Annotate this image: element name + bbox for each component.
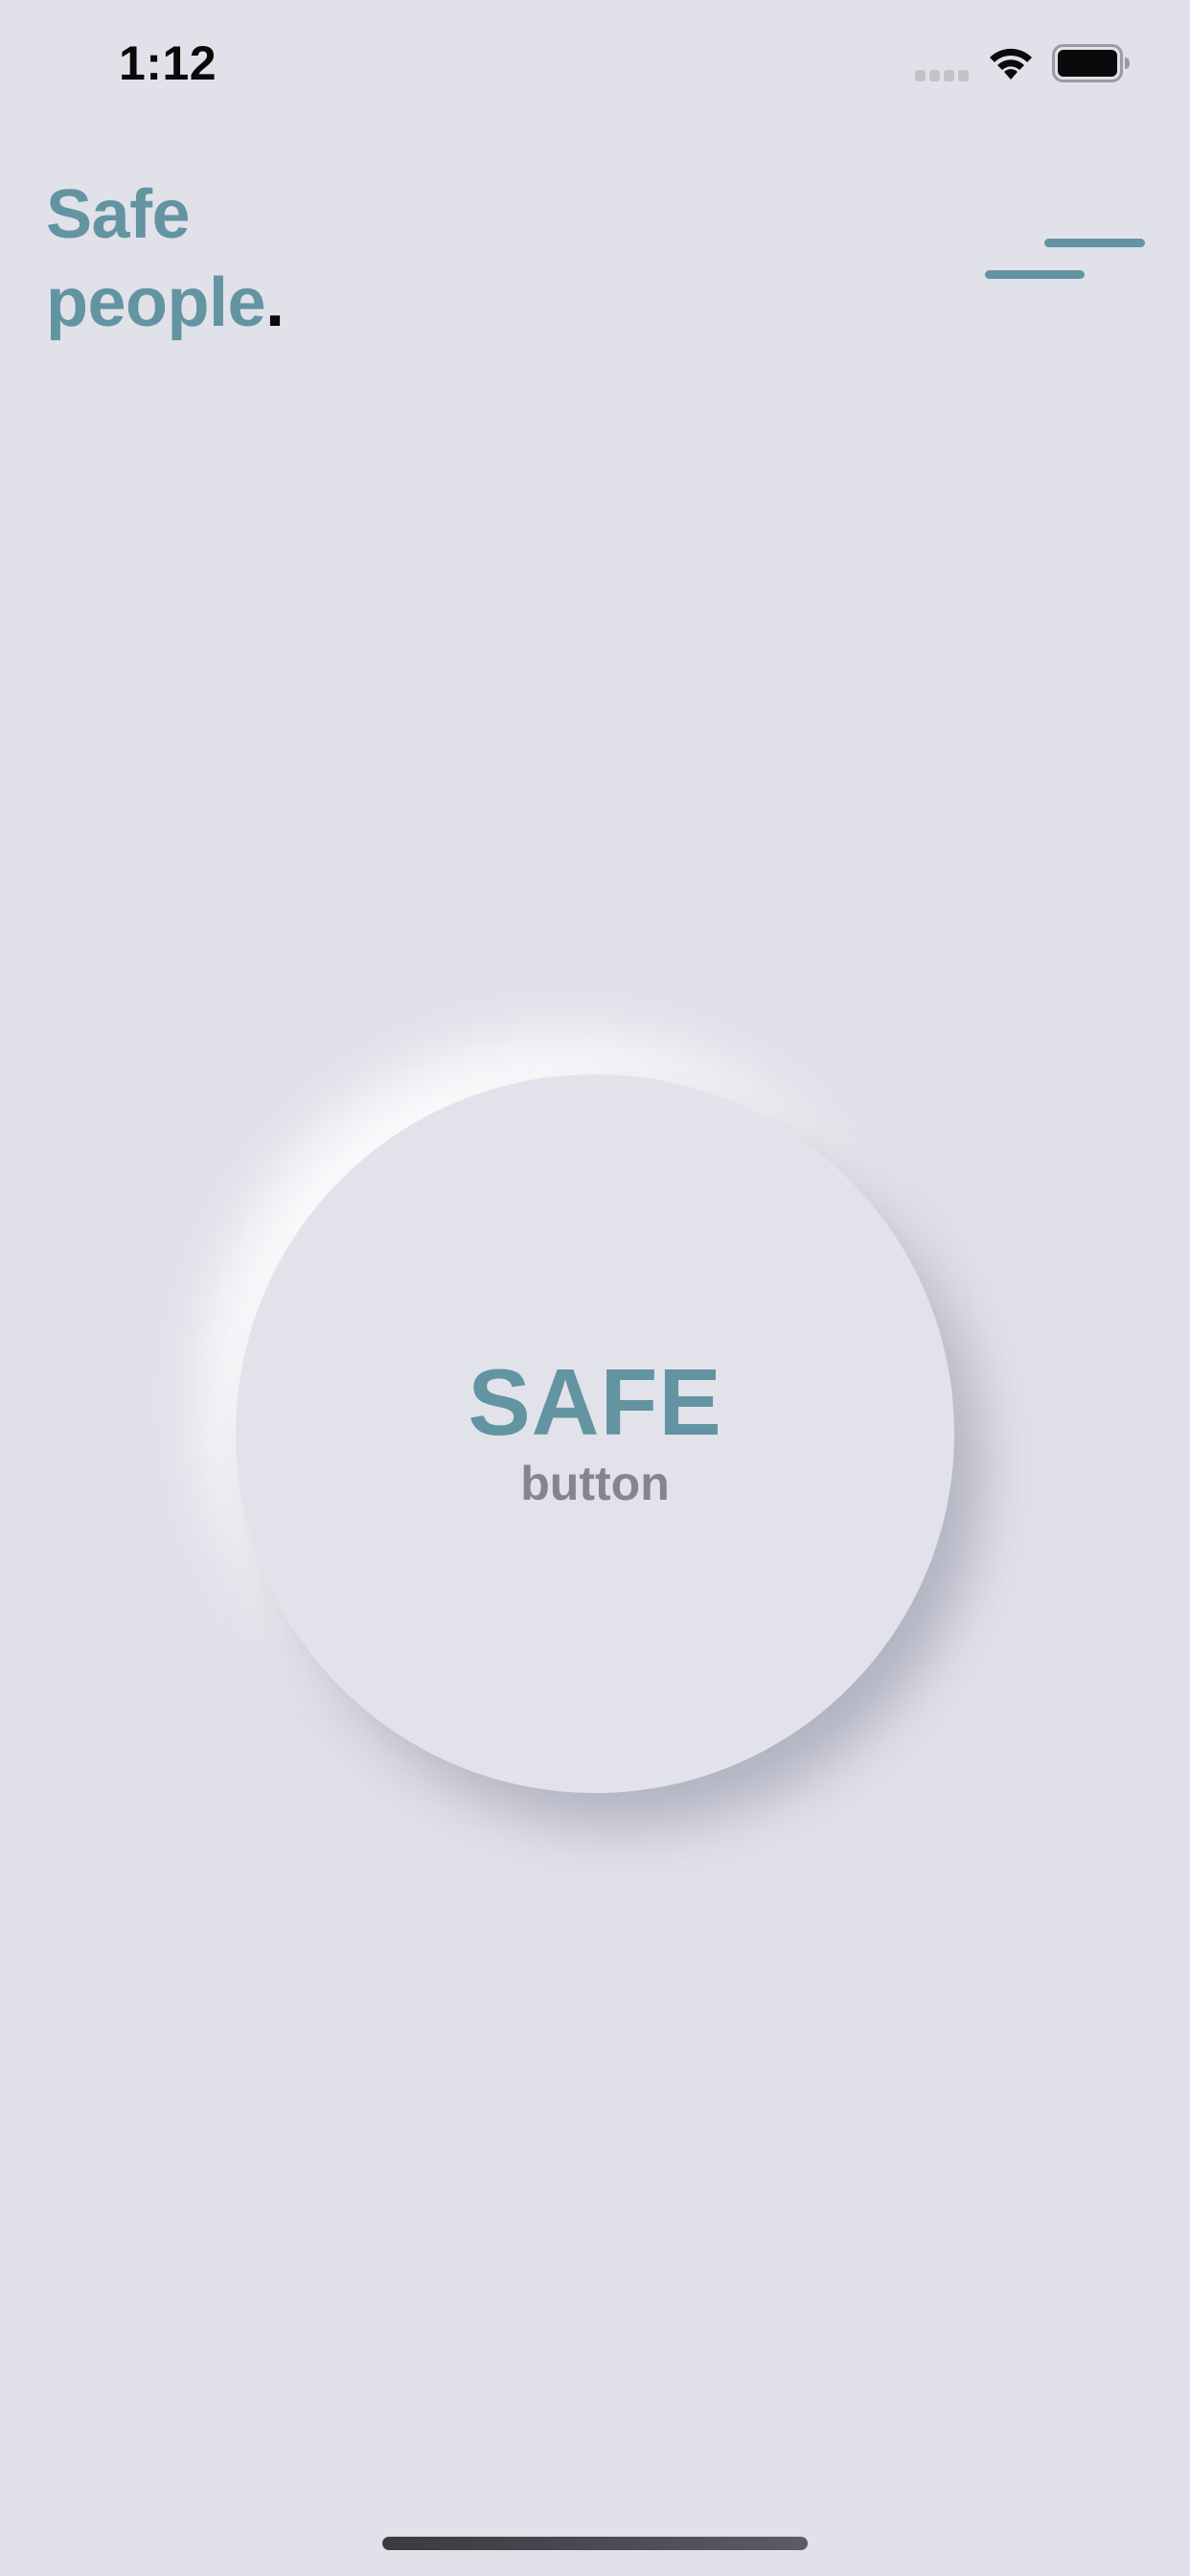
- safe-button-subtitle: button: [520, 1457, 670, 1510]
- status-time: 1:12: [119, 36, 217, 90]
- safe-button[interactable]: SAFE button: [236, 1074, 954, 1793]
- wifi-icon: [990, 48, 1032, 80]
- brand-dot: .: [265, 264, 285, 341]
- hamburger-menu-icon[interactable]: [977, 222, 1145, 289]
- battery-icon: [1052, 44, 1130, 82]
- cellular-signal-icon: [915, 70, 969, 81]
- safe-button-title: SAFE: [468, 1349, 722, 1455]
- brand-line-1: Safe: [46, 176, 191, 253]
- app-logo-title: Safe people.: [46, 171, 285, 347]
- brand-word-people: people: [46, 264, 266, 341]
- menu-bar-top: [1044, 239, 1145, 247]
- menu-bar-bottom: [985, 270, 1085, 279]
- brand-line-2: people.: [46, 259, 285, 347]
- home-indicator[interactable]: [382, 2537, 808, 2550]
